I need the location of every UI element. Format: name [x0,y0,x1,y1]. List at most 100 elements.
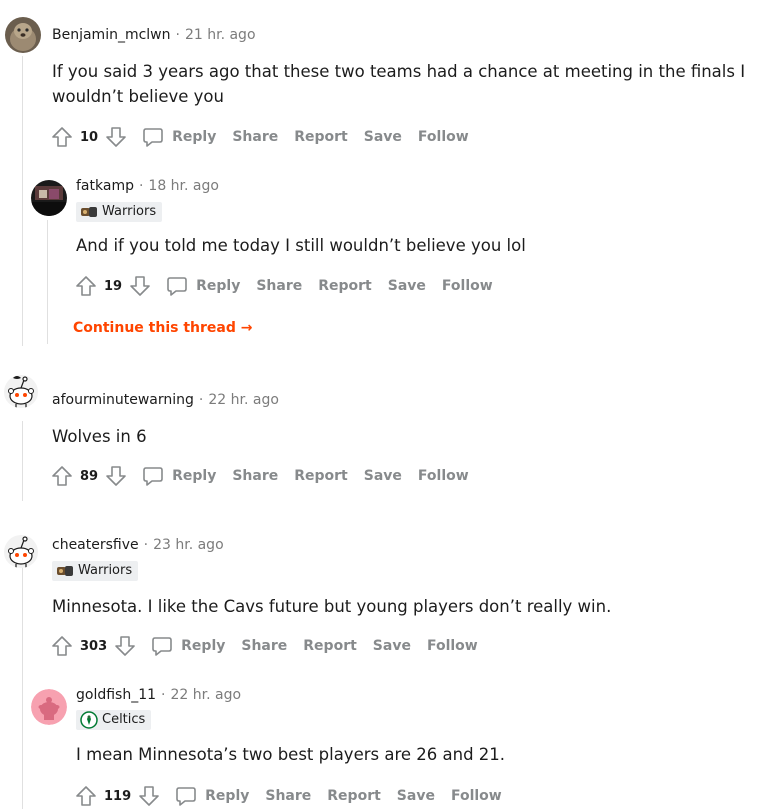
user-avatar[interactable] [31,180,67,216]
user-avatar[interactable] [5,17,41,53]
thread-line[interactable] [22,56,23,346]
reply-label: Reply [181,638,226,654]
user-avatar[interactable] [31,689,67,725]
continue-thread-label: Continue this thread [73,320,236,336]
share-button[interactable]: Share [232,129,278,145]
upvote-icon[interactable] [50,125,74,149]
comment-actions: 303 Reply Share Report Save Follow [50,633,478,659]
username[interactable]: cheatersfive [52,537,139,553]
timestamp[interactable]: 23 hr. ago [153,537,224,553]
profile-photo-icon [5,17,41,53]
user-flair: Warriors [76,202,163,222]
timestamp[interactable]: 22 hr. ago [208,392,279,408]
snoo-avatar-icon [4,375,38,408]
downvote-icon[interactable] [137,784,161,808]
username[interactable]: fatkamp [76,178,134,194]
follow-button[interactable]: Follow [442,278,493,294]
user-avatar[interactable] [3,532,39,568]
reply-button[interactable]: Reply [166,275,240,297]
celtics-flair-icon [80,711,98,729]
separator-dot: · [138,178,144,194]
flair-label: Celtics [102,712,146,727]
upvote-icon[interactable] [74,274,98,298]
downvote-icon[interactable] [128,274,152,298]
snoo-avatar-pink-icon [31,689,67,725]
comment-bubble-icon [176,787,196,806]
reply-label: Reply [172,468,217,484]
comment-body: Minnesota. I like the Cavs future but yo… [52,597,612,616]
reply-button[interactable]: Reply [142,465,216,487]
report-button[interactable]: Report [294,129,348,145]
reply-button[interactable]: Reply [142,126,216,148]
timestamp[interactable]: 21 hr. ago [185,27,256,43]
arrow-right-icon: → [240,320,253,336]
username[interactable]: goldfish_11 [76,687,156,703]
follow-button[interactable]: Follow [418,129,469,145]
downvote-icon[interactable] [104,464,128,488]
comment-actions: 89 Reply Share Report Save Follow [50,463,469,489]
share-button[interactable]: Share [256,278,302,294]
warriors-flair-icon [81,207,97,217]
upvote-icon[interactable] [50,464,74,488]
vote-score: 10 [80,129,99,145]
save-button[interactable]: Save [373,638,411,654]
follow-button[interactable]: Follow [427,638,478,654]
thread-line[interactable] [47,220,48,344]
separator-dot: · [198,392,204,408]
profile-photo-icon [31,180,67,216]
upvote-icon[interactable] [50,634,74,658]
downvote-icon[interactable] [104,125,128,149]
comment-actions: 119 Reply Share Report Save Follow [74,783,502,809]
share-button[interactable]: Share [232,468,278,484]
save-button[interactable]: Save [364,129,402,145]
comment-bubble-icon [143,128,163,147]
thread-line[interactable] [22,421,23,501]
report-button[interactable]: Report [303,638,357,654]
share-button[interactable]: Share [241,638,287,654]
warriors-flair-icon [57,566,73,576]
save-button[interactable]: Save [388,278,426,294]
user-avatar[interactable] [3,372,39,408]
user-flair: Celtics [76,710,152,730]
user-flair: Warriors [52,561,139,581]
vote-score: 19 [104,278,123,294]
flair-label: Warriors [78,563,133,578]
separator-dot: · [143,537,149,553]
comment-body: Wolves in 6 [52,427,147,446]
vote-score: 89 [80,468,99,484]
reply-label: Reply [205,788,250,804]
timestamp[interactable]: 22 hr. ago [170,687,241,703]
save-button[interactable]: Save [397,788,435,804]
comment-bubble-icon [143,467,163,486]
separator-dot: · [175,27,180,43]
vote-score: 303 [80,638,108,654]
reply-button[interactable]: Reply [151,635,225,657]
username[interactable]: Benjamin_mclwn [52,27,171,43]
comment-actions: 10 Reply Share Report Save Follow [50,124,469,150]
comment-actions: 19 Reply Share Report Save Follow [74,273,493,299]
upvote-icon[interactable] [74,784,98,808]
follow-button[interactable]: Follow [451,788,502,804]
report-button[interactable]: Report [327,788,381,804]
downvote-icon[interactable] [113,634,137,658]
snoo-avatar-icon [4,535,38,568]
continue-thread-link[interactable]: Continue this thread → [73,320,252,336]
comment-body: And if you told me today I still wouldn’… [76,236,526,255]
follow-button[interactable]: Follow [418,468,469,484]
save-button[interactable]: Save [364,468,402,484]
flair-label: Warriors [102,204,157,219]
thread-line[interactable] [22,566,23,809]
report-button[interactable]: Report [318,278,372,294]
vote-score: 119 [104,788,132,804]
comment-bubble-icon [152,637,172,656]
comment-bubble-icon [167,277,187,296]
username[interactable]: afourminutewarning [52,392,194,408]
report-button[interactable]: Report [294,468,348,484]
comment-body: I mean Minnesota’s two best players are … [76,745,506,764]
comment-body: If you said 3 years ago that these two t… [52,62,746,106]
separator-dot: · [161,687,166,703]
timestamp[interactable]: 18 hr. ago [148,178,219,194]
reply-label: Reply [196,278,241,294]
share-button[interactable]: Share [265,788,311,804]
reply-button[interactable]: Reply [175,785,249,807]
